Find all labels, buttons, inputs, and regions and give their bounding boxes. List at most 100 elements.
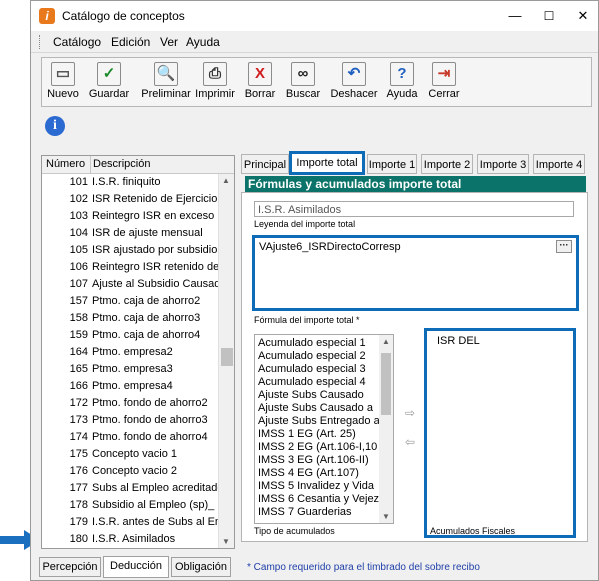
menu-ayuda[interactable]: Ayuda — [186, 35, 220, 49]
tab-deduccion[interactable]: Deducción — [103, 556, 169, 578]
acumulado-item[interactable]: Acumulado especial 1 — [258, 337, 366, 349]
table-row[interactable]: 102 ISR Retenido de Ejercicio — [42, 191, 219, 208]
row-description: Ptmo. caja de ahorro2 — [92, 295, 201, 307]
acumulados-list[interactable]: Acumulado especial 1 Acumulado especial 2… — [254, 334, 394, 524]
new-button[interactable]: ▭ Nuevo — [44, 60, 82, 106]
table-row[interactable]: 101 I.S.R. finiquito — [42, 174, 219, 191]
table-row[interactable]: 179 I.S.R. antes de Subs al Em — [42, 514, 219, 531]
acumulado-item[interactable]: Ajuste Subs Causado — [258, 389, 364, 401]
table-row[interactable]: 177 Subs al Empleo acreditado — [42, 480, 219, 497]
acumulado-item[interactable]: Acumulado especial 4 — [258, 376, 366, 388]
table-row[interactable]: 174 Ptmo. fondo de ahorro4 — [42, 429, 219, 446]
acumulado-item[interactable]: Acumulado especial 3 — [258, 363, 366, 375]
formula-editor-button[interactable]: ··· — [556, 240, 572, 253]
acumulado-item[interactable]: IMSS 5 Invalidez y Vida — [258, 480, 374, 492]
fiscal-item[interactable]: ISR DEL — [437, 335, 480, 347]
row-number: 174 — [69, 431, 88, 443]
row-number: 166 — [69, 380, 88, 392]
table-row[interactable]: 103 Reintegro ISR en exceso — [42, 208, 219, 225]
table-row[interactable]: 175 Concepto vacio 1 — [42, 446, 219, 463]
tab-importe-3[interactable]: Importe 3 — [477, 154, 529, 174]
row-number: 157 — [69, 295, 88, 307]
tab-obligacion[interactable]: Obligación — [171, 557, 231, 577]
preview-button[interactable]: 🔍 Preliminar — [140, 60, 192, 106]
exit-button[interactable]: ⇥ Cerrar — [425, 60, 463, 106]
close-button[interactable]: ✕ — [566, 1, 598, 31]
scroll-thumb[interactable] — [381, 353, 391, 415]
table-row[interactable]: 164 Ptmo. empresa2 — [42, 344, 219, 361]
acumulado-item[interactable]: Ajuste Subs Causado a — [258, 402, 373, 414]
acumulado-item[interactable]: IMSS 4 EG (Art.107) — [258, 467, 359, 479]
fiscal-list[interactable]: ISR DEL — [429, 333, 571, 523]
scroll-down-icon[interactable]: ▼ — [382, 512, 390, 521]
acumulado-item[interactable]: IMSS 7 Guarderias — [258, 506, 352, 518]
help-button[interactable]: ? Ayuda — [384, 60, 420, 106]
catalog-window: i Catálogo de conceptos — ☐ ✕ Catálogo E… — [30, 0, 599, 581]
delete-button[interactable]: X Borrar — [242, 60, 278, 106]
row-description: ISR Retenido de Ejercicio — [92, 193, 218, 205]
row-number: 106 — [69, 261, 88, 273]
formula-input[interactable]: VAjuste6_ISRDirectoCorresp — [256, 239, 574, 307]
tab-importe-4[interactable]: Importe 4 — [533, 154, 585, 174]
info-bar: i — [41, 111, 592, 143]
move-left-icon[interactable]: ⇦ — [405, 435, 415, 449]
scroll-up-icon[interactable]: ▲ — [382, 337, 390, 346]
table-row[interactable]: 106 Reintegro ISR retenido de — [42, 259, 219, 276]
acumulado-item[interactable]: Acumulado especial 2 — [258, 350, 366, 362]
undo-button[interactable]: ↶ Deshacer — [328, 60, 380, 106]
table-row[interactable]: 105 ISR ajustado por subsidio — [42, 242, 219, 259]
row-number: 158 — [69, 312, 88, 324]
acumulado-item[interactable]: Ajuste Subs Entregado a — [258, 415, 380, 427]
table-row[interactable]: 172 Ptmo. fondo de ahorro2 — [42, 395, 219, 412]
formula-label: Fórmula del importe total * — [254, 315, 360, 325]
acumulado-item[interactable]: IMSS 3 EG (Art.106-II) — [258, 454, 369, 466]
table-row[interactable]: 178 Subsidio al Empleo (sp)_ — [42, 497, 219, 514]
tipo-acumulados-label: Tipo de acumulados — [254, 526, 335, 536]
move-right-icon[interactable]: ⇨ — [405, 406, 415, 420]
table-row[interactable]: 104 ISR de ajuste mensual — [42, 225, 219, 242]
undo-icon: ↶ — [342, 62, 366, 86]
menu-edicion[interactable]: Edición — [111, 35, 150, 49]
table-row[interactable]: 158 Ptmo. caja de ahorro3 — [42, 310, 219, 327]
table-row[interactable]: 176 Concepto vacio 2 — [42, 463, 219, 480]
row-number: 164 — [69, 346, 88, 358]
search-button[interactable]: ∞ Buscar — [283, 60, 323, 106]
toolbar: ▭ Nuevo ✓ Guardar 🔍 Preliminar ⎙ Imprimir XB… — [41, 57, 592, 107]
detail-panel: Principal Importe total Importe 1 Import… — [237, 151, 592, 545]
minimize-button[interactable]: — — [498, 1, 532, 31]
tab-importe-1[interactable]: Importe 1 — [367, 154, 417, 174]
tab-importe-2[interactable]: Importe 2 — [421, 154, 473, 174]
row-number: 105 — [69, 244, 88, 256]
tab-importe-total[interactable]: Importe total — [289, 151, 365, 175]
scroll-up-icon[interactable]: ▲ — [222, 176, 230, 185]
menu-catalogo[interactable]: Catálogo — [53, 35, 101, 49]
table-row[interactable]: 180 I.S.R. Asimilados — [42, 531, 219, 548]
table-row[interactable]: 107 Ajuste al Subsidio Causad — [42, 276, 219, 293]
table-row[interactable]: 173 Ptmo. fondo de ahorro3 — [42, 412, 219, 429]
col-number-header[interactable]: Número — [46, 158, 85, 170]
table-row[interactable]: 157 Ptmo. caja de ahorro2 — [42, 293, 219, 310]
window-title: Catálogo de conceptos — [62, 9, 185, 23]
col-description-header[interactable]: Descripción — [93, 158, 150, 170]
table-row[interactable]: 166 Ptmo. empresa4 — [42, 378, 219, 395]
list-scrollbar[interactable]: ▲ ▼ — [218, 174, 234, 548]
row-number: 180 — [69, 533, 88, 545]
table-row[interactable]: 165 Ptmo. empresa3 — [42, 361, 219, 378]
print-button[interactable]: ⎙ Imprimir — [194, 60, 236, 106]
scroll-down-icon[interactable]: ▼ — [222, 537, 230, 546]
scroll-thumb[interactable] — [221, 348, 233, 366]
info-icon[interactable]: i — [45, 116, 65, 136]
row-description: I.S.R. antes de Subs al Em — [92, 516, 219, 528]
menu-ver[interactable]: Ver — [160, 35, 178, 49]
acumulado-item[interactable]: IMSS 6 Cesantia y Vejez — [258, 493, 379, 505]
title-bar: i Catálogo de conceptos — ☐ ✕ — [31, 1, 598, 31]
maximize-button[interactable]: ☐ — [532, 1, 566, 31]
acumulado-item[interactable]: IMSS 1 EG (Art. 25) — [258, 428, 356, 440]
acumulados-scrollbar[interactable]: ▲ ▼ — [379, 335, 393, 523]
save-button[interactable]: ✓ Guardar — [86, 60, 132, 106]
acumulado-item[interactable]: IMSS 2 EG (Art.106-I,10 — [258, 441, 377, 453]
tab-principal[interactable]: Principal — [241, 154, 289, 174]
table-row[interactable]: 159 Ptmo. caja de ahorro4 — [42, 327, 219, 344]
legend-input[interactable]: I.S.R. Asimilados — [254, 201, 574, 217]
tab-percepcion[interactable]: Percepción — [39, 557, 101, 577]
